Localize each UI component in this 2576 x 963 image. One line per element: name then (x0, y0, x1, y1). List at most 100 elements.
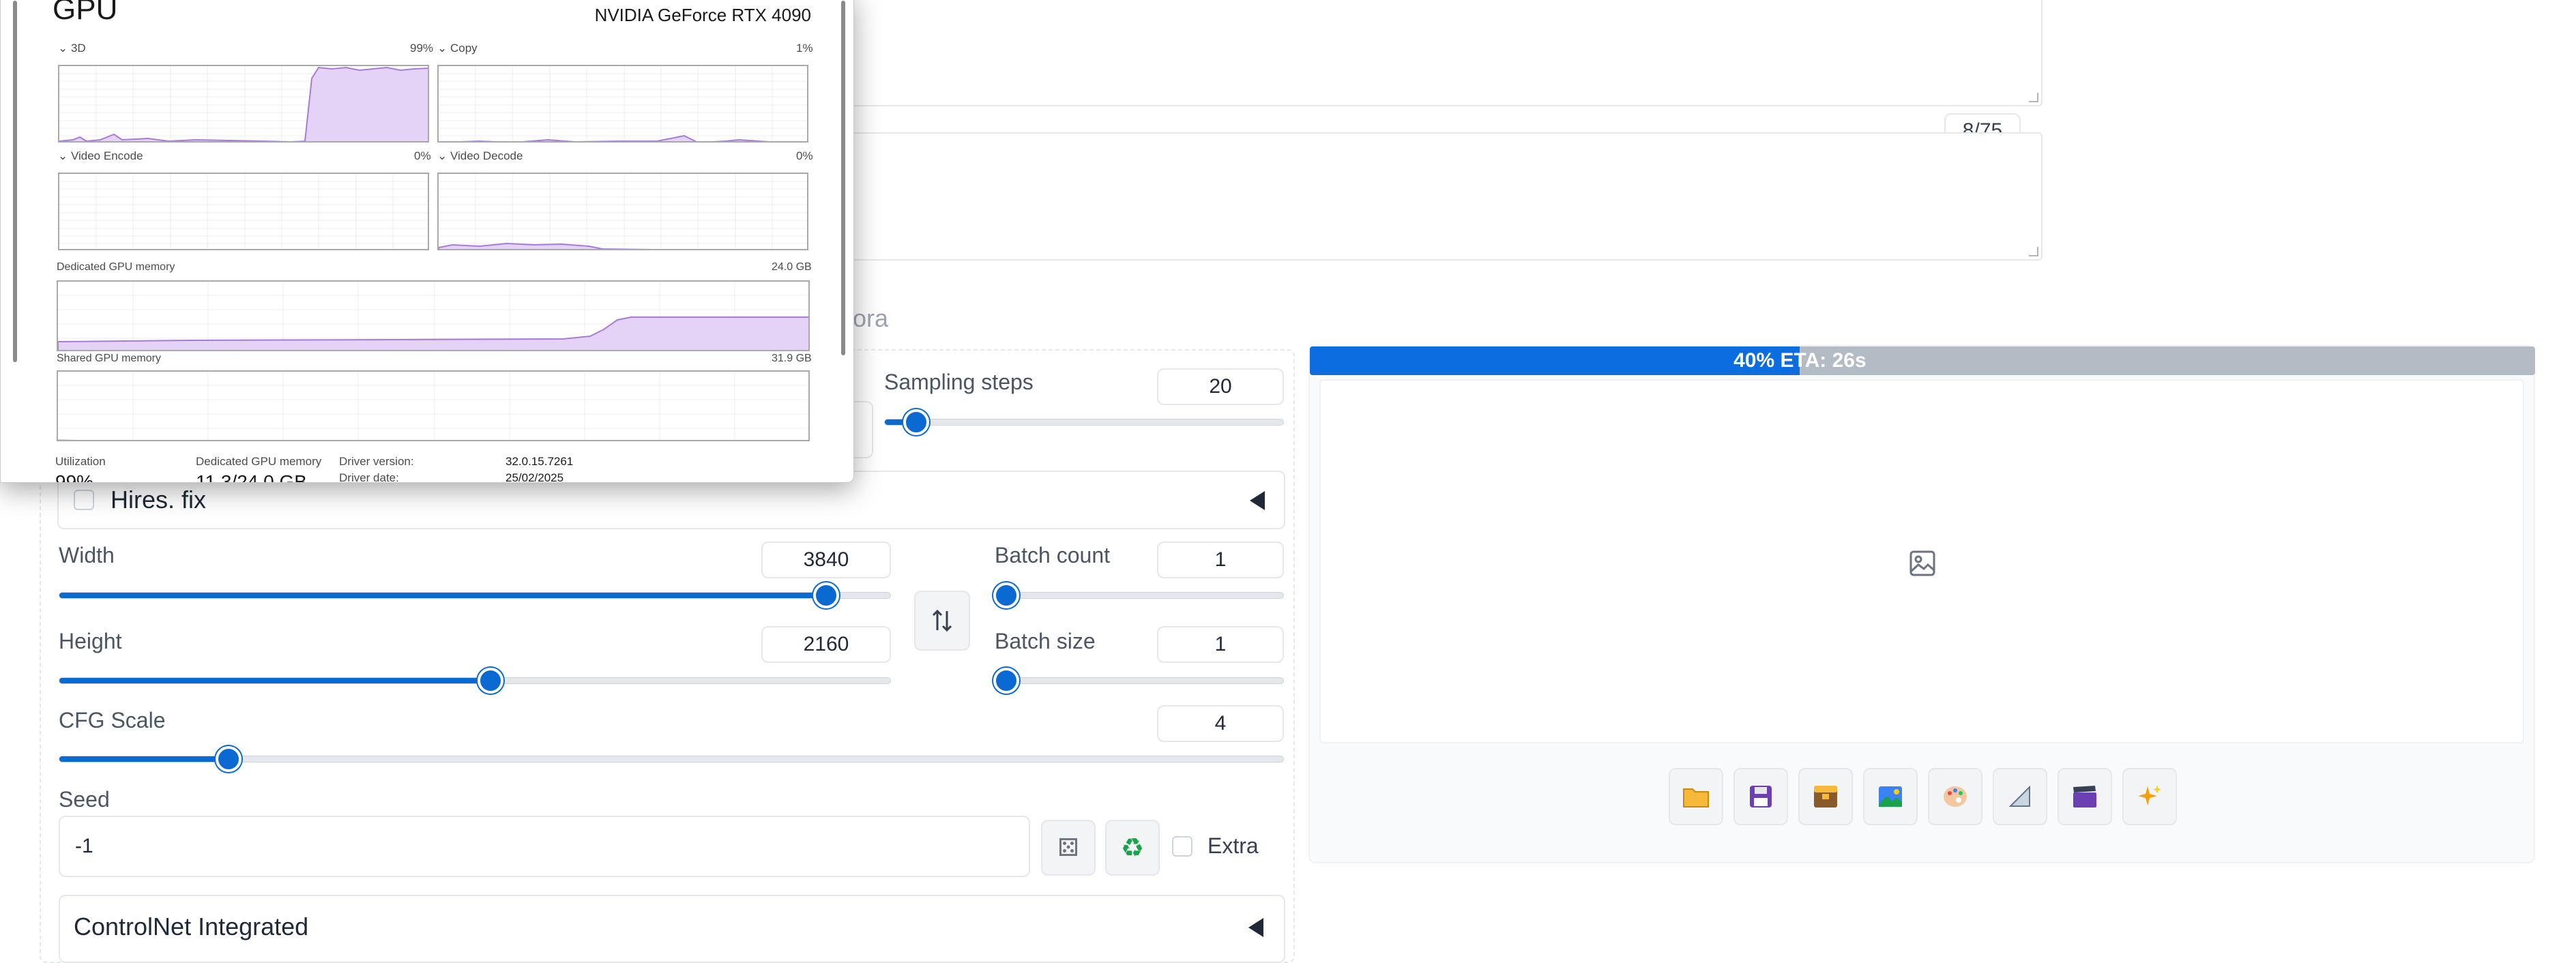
zip-icon (1814, 786, 1837, 808)
graph-3d-svg (59, 66, 428, 141)
slider-fill (59, 756, 229, 762)
dedicated-stat-label: Dedicated GPU memory (196, 455, 322, 468)
generation-progress-bar: 40% ETA: 26s (1310, 346, 2535, 375)
sparkles-button[interactable] (2122, 768, 2177, 825)
engine-graph-3d (58, 65, 429, 143)
image-icon (1879, 786, 1902, 807)
engine-graph-video-encode (58, 173, 429, 250)
engine-percent-3d: 99% (410, 42, 434, 55)
cfg-scale-label: CFG Scale (59, 708, 166, 732)
seed-input[interactable]: -1 (59, 816, 1030, 877)
sampling-steps-label: Sampling steps (884, 370, 1034, 394)
send-to-inpaint-button[interactable] (1928, 768, 1982, 825)
engine-graph-copy (437, 65, 808, 143)
engine-graph-video-decode (437, 173, 808, 250)
engine-percent-video-encode: 0% (414, 149, 431, 162)
resize-grip[interactable] (2029, 93, 2038, 102)
dice-icon: ⚄ (1057, 833, 1079, 861)
height-slider[interactable] (59, 668, 891, 694)
batch-count-label: Batch count (995, 543, 1110, 567)
shared-memory-svg (58, 372, 808, 440)
engine-label-video-encode[interactable]: ⌄ Video Encode (58, 149, 143, 163)
sampling-steps-input[interactable]: 20 (1157, 368, 1284, 405)
engine-percent-copy: 1% (796, 42, 813, 55)
random-seed-button[interactable]: ⚄ (1041, 820, 1096, 876)
cfg-scale-slider[interactable] (59, 746, 1284, 772)
width-label: Width (59, 543, 115, 567)
engine-percent-video-decode: 0% (796, 149, 813, 162)
swap-dimensions-button[interactable] (914, 591, 970, 651)
send-to-video-button[interactable] (2058, 768, 2112, 825)
progress-text: 40% ETA: 26s (1733, 349, 1867, 372)
slider-thumb[interactable] (903, 409, 930, 435)
right-scrollbar[interactable] (841, 1, 845, 355)
batch-size-slider[interactable] (993, 668, 1284, 694)
slider-thumb[interactable] (993, 668, 1019, 694)
ruler-icon (2008, 785, 2030, 807)
collapse-caret-icon[interactable] (1248, 918, 1263, 937)
send-to-extras-button[interactable] (1993, 768, 2047, 825)
batch-size-input[interactable]: 1 (1157, 626, 1284, 663)
swap-arrows-icon (932, 609, 952, 632)
seed-value: -1 (75, 835, 93, 857)
batch-size-label: Batch size (995, 629, 1096, 653)
seed-label: Seed (59, 787, 110, 812)
reuse-seed-button[interactable]: ♻ (1105, 820, 1160, 876)
engine-label-3d[interactable]: ⌄ 3D (58, 42, 86, 55)
engine-label-copy[interactable]: ⌄ Copy (437, 42, 478, 55)
collapse-caret-icon[interactable] (1250, 491, 1265, 510)
send-to-img2img-button[interactable] (1863, 768, 1918, 825)
negative-prompt-textarea[interactable] (791, 132, 2043, 261)
engine-name: Video Decode (450, 149, 523, 162)
shared-memory-label: Shared GPU memory (57, 353, 161, 364)
height-input[interactable]: 2160 (761, 626, 891, 663)
width-input[interactable]: 3840 (761, 542, 891, 578)
dedicated-stat-value: 11.3/24.0 GB (196, 471, 307, 483)
slider-fill (59, 593, 827, 598)
task-manager-gpu-window[interactable]: GPU NVIDIA GeForce RTX 4090 ⌄ 3D 99% ⌄ C… (0, 0, 854, 483)
sparkles-icon (2138, 785, 2161, 805)
driver-date-value: 25/02/2025 (506, 471, 564, 483)
slider-fill (59, 678, 491, 683)
recycle-icon: ♻ (1120, 833, 1145, 863)
chevron-down-icon: ⌄ (437, 149, 450, 162)
graph-copy-svg (439, 66, 807, 141)
height-label: Height (59, 629, 122, 653)
sampling-steps-slider[interactable] (884, 409, 1284, 435)
resize-grip[interactable] (2029, 247, 2038, 256)
engine-label-video-decode[interactable]: ⌄ Video Decode (437, 149, 523, 163)
slider-thumb[interactable] (478, 668, 504, 694)
gpu-name: NVIDIA GeForce RTX 4090 (594, 5, 811, 25)
graph-decode-svg (439, 174, 807, 249)
driver-date-label: Driver date: (339, 471, 399, 483)
save-button[interactable] (1733, 768, 1788, 825)
left-scrollbar[interactable] (13, 1, 17, 362)
controlnet-accordion[interactable]: ControlNet Integrated (59, 895, 1285, 963)
chevron-down-icon: ⌄ (58, 149, 71, 162)
extra-seed-checkbox[interactable] (1172, 836, 1192, 857)
slider-thumb[interactable] (215, 746, 241, 772)
palette-icon (1944, 786, 1967, 807)
batch-count-slider[interactable] (993, 582, 1284, 608)
dedicated-memory-label: Dedicated GPU memory (57, 261, 175, 273)
dedicated-memory-graph (57, 280, 810, 351)
dedicated-memory-svg (58, 282, 808, 350)
folder-icon (1683, 788, 1709, 808)
shared-memory-max: 31.9 GB (772, 353, 812, 364)
cfg-scale-input[interactable]: 4 (1157, 705, 1284, 742)
positive-prompt-textarea[interactable] (791, 0, 2043, 106)
slider-thumb[interactable] (993, 582, 1019, 608)
slider-thumb[interactable] (813, 582, 840, 608)
batch-count-input[interactable]: 1 (1157, 542, 1284, 578)
gpu-section-title: GPU (53, 0, 118, 26)
hires-fix-checkbox[interactable] (74, 490, 94, 510)
driver-version-label: Driver version: (339, 455, 414, 468)
utilization-value: 99% (55, 471, 94, 483)
engine-name: Copy (450, 42, 478, 55)
utilization-label: Utilization (55, 455, 106, 468)
width-slider[interactable] (59, 582, 891, 608)
clapper-icon (2073, 786, 2096, 808)
hires-fix-label: Hires. fix (111, 486, 207, 514)
zip-button[interactable] (1798, 768, 1853, 825)
open-folder-button[interactable] (1669, 768, 1723, 825)
